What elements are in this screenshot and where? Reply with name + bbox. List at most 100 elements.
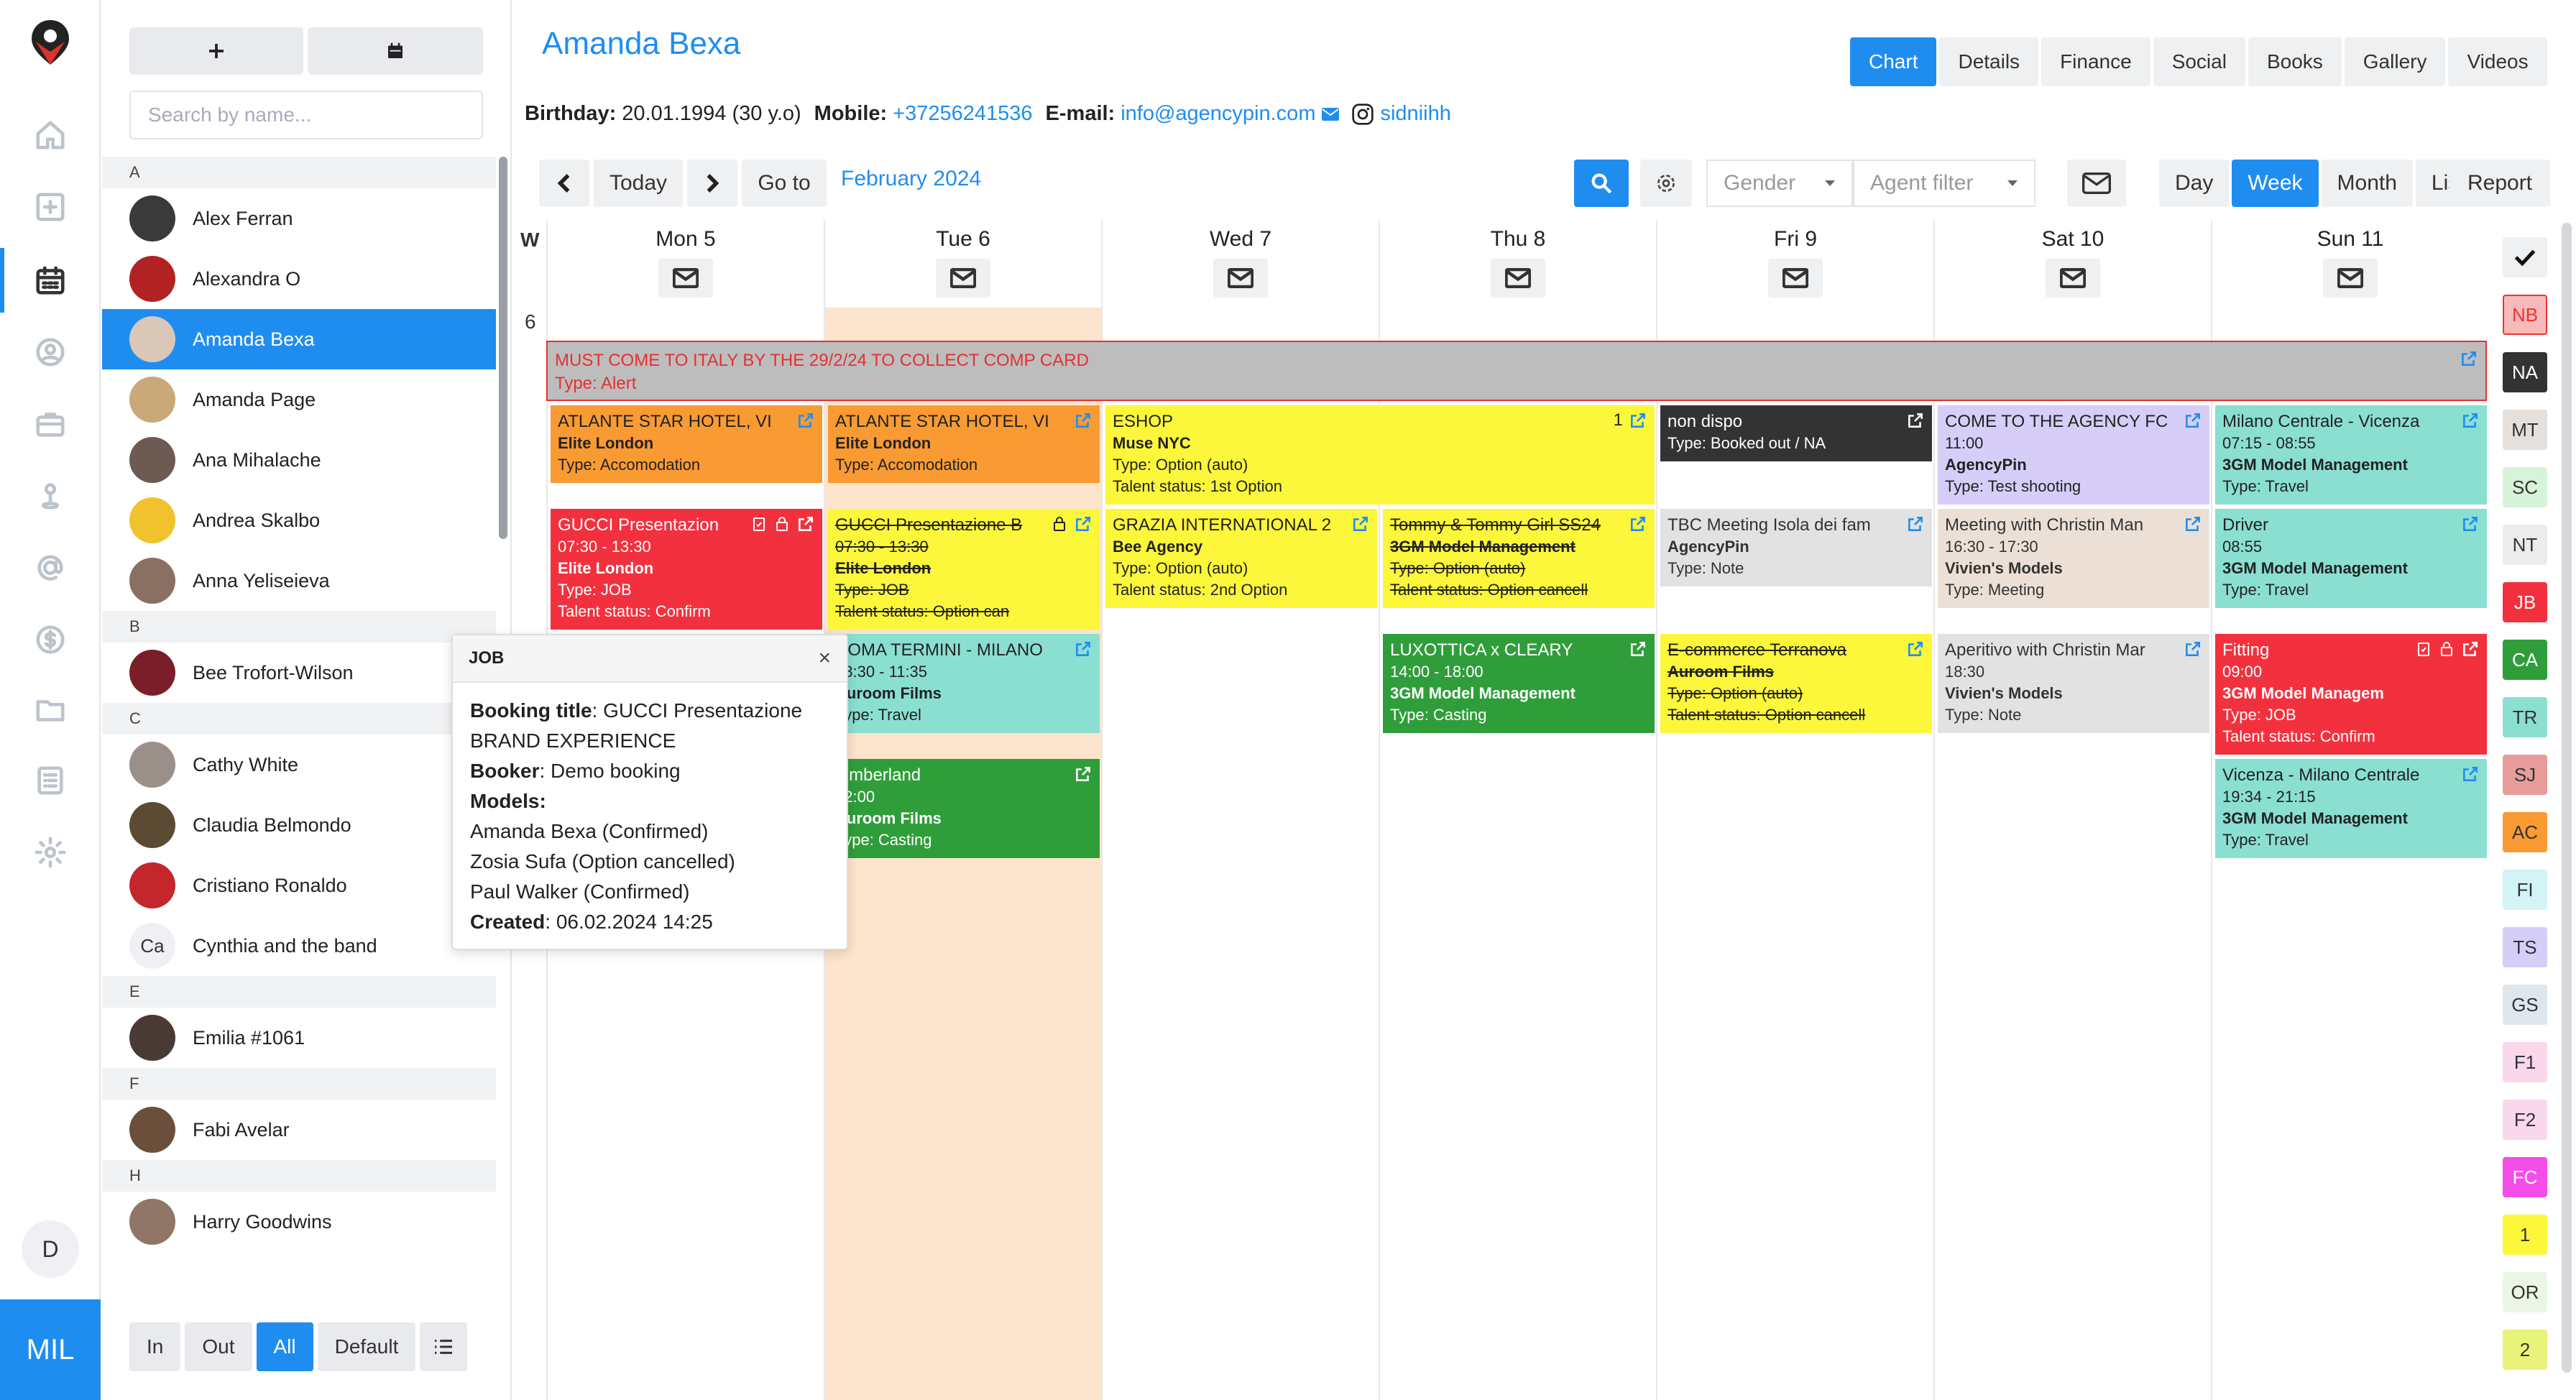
checklist-icon[interactable] [29,759,72,802]
add-square-icon[interactable] [29,185,72,229]
day-email-button[interactable] [1491,259,1545,298]
model-list-item[interactable]: Amanda Page [102,369,496,430]
day-header[interactable]: Fri 9 [1657,227,1933,252]
current-month-label[interactable]: February 2024 [841,167,981,191]
open-external-icon[interactable] [2461,411,2480,430]
day-header[interactable]: Sat 10 [1935,227,2211,252]
calendar-event[interactable]: LUXOTTICA x CLEARY 14:00 - 18:00 3GM Model… [1383,634,1655,733]
search-input[interactable] [129,91,483,139]
model-list-item[interactable]: Emilia #1061 [102,1008,496,1068]
model-list-item[interactable]: Claudia Belmondo [102,795,496,855]
label-filter-2[interactable]: 2 [2503,1330,2547,1370]
contract-icon[interactable] [750,515,768,539]
person-pin-icon[interactable] [29,474,72,517]
open-external-icon[interactable] [1074,765,1092,783]
label-filter-ca[interactable]: CA [2503,640,2547,680]
search-button[interactable] [1574,160,1629,207]
model-list-scrollbar[interactable] [499,157,507,539]
lock-icon[interactable] [773,515,791,539]
close-icon[interactable]: × [818,646,831,671]
user-avatar[interactable]: D [22,1220,79,1278]
calendar-event[interactable]: Vicenza - Milano Centrale 19:34 - 21:15 3G… [2215,759,2487,858]
briefcase-icon[interactable] [29,402,72,446]
day-header[interactable]: Wed 7 [1103,227,1379,252]
view-month-button[interactable]: Month [2321,160,2413,207]
day-email-button[interactable] [2046,259,2100,298]
open-external-icon[interactable] [2461,765,2480,783]
tab-videos[interactable]: Videos [2448,37,2547,86]
open-external-icon[interactable] [1629,515,1647,533]
label-filter-ac[interactable]: AC [2503,812,2547,852]
label-filter-fc[interactable]: FC [2503,1157,2547,1197]
filter-in-button[interactable]: In [129,1322,181,1371]
label-filter-tr[interactable]: TR [2503,697,2547,737]
dollar-icon[interactable] [29,618,72,661]
add-model-button[interactable] [129,27,303,75]
open-external-icon[interactable] [2184,515,2202,533]
gender-select[interactable]: Gender [1706,160,1853,207]
calendar-event[interactable]: Milano Centrale - Vicenza 07:15 - 08:55 3G… [2215,405,2487,505]
calendar-icon[interactable] [29,259,72,302]
label-filter-fi[interactable]: FI [2503,870,2547,910]
go-to-button[interactable]: Go to [742,160,827,207]
select-all-labels-button[interactable] [2503,237,2547,277]
label-filter-gs[interactable]: GS [2503,985,2547,1025]
lock-icon[interactable] [1051,515,1068,539]
at-sign-icon[interactable] [29,546,72,589]
calendar-event[interactable]: GRAZIA INTERNATIONAL 2 Bee Agency Type: Op… [1105,509,1377,608]
label-filter-mt[interactable]: MT [2503,410,2547,450]
calendar-scrollbar[interactable] [2562,223,2572,1373]
calendar-event[interactable]: non dispo Type: Booked out / NA [1660,405,1932,461]
open-external-icon[interactable] [2461,515,2480,533]
open-external-icon[interactable] [2461,640,2480,658]
calendar-event[interactable]: Tommy & Tommy Girl SS24 3GM Model Managem… [1383,509,1655,608]
calendar-event[interactable]: Meeting with Christin Man 16:30 - 17:30 Vi… [1938,509,2209,608]
label-filter-f2[interactable]: F2 [2503,1100,2547,1140]
label-filter-nt[interactable]: NT [2503,525,2547,565]
label-filter-1[interactable]: 1 [2503,1215,2547,1255]
filter-all-button[interactable]: All [256,1322,313,1371]
calendar-event[interactable]: TBC Meeting Isola dei fam AgencyPin Type: … [1660,509,1932,586]
calendar-event[interactable]: ESHOP Muse NYC Type: Option (auto) Talent s… [1105,405,1655,505]
calendar-event[interactable]: Fitting 09:00 3GM Model Managem Type: JOB Ta… [2215,634,2487,755]
label-filter-nb[interactable]: NB [2503,295,2547,335]
day-email-button[interactable] [1768,259,1823,298]
calendar-event[interactable]: ROMA TERMINI - MILANO 08:30 - 11:35 Auroom… [828,634,1100,733]
calendar-event[interactable]: Timberland 12:00 Auroom Films Type: Casting [828,759,1100,858]
home-icon[interactable] [29,114,72,157]
day-email-button[interactable] [2323,259,2378,298]
calendar-settings-button[interactable] [1640,160,1692,207]
alert-banner-event[interactable]: MUST COME TO ITALY BY THE 29/2/24 TO COL… [546,341,2487,401]
day-header[interactable]: Tue 6 [825,227,1101,252]
model-list-item[interactable]: Anna Yeliseieva [102,551,496,611]
filter-out-button[interactable]: Out [185,1322,252,1371]
open-external-icon[interactable] [796,515,815,533]
tab-social[interactable]: Social [2153,37,2245,86]
report-button[interactable]: Report [2450,160,2550,207]
open-external-icon[interactable] [2184,411,2202,430]
label-filter-na[interactable]: NA [2503,352,2547,392]
day-email-button[interactable] [936,259,990,298]
label-filter-ts[interactable]: TS [2503,927,2547,967]
tab-details[interactable]: Details [1939,37,2039,86]
next-week-button[interactable] [687,160,737,207]
tab-chart[interactable]: Chart [1850,37,1937,86]
today-button[interactable]: Today [594,160,683,207]
label-filter-sj[interactable]: SJ [2503,755,2547,795]
tab-books[interactable]: Books [2248,37,2342,86]
day-email-button[interactable] [1213,259,1268,298]
envelope-icon[interactable] [1321,106,1340,122]
open-external-icon[interactable] [2460,349,2478,374]
instagram-link[interactable]: sidniihh [1380,102,1450,126]
tab-gallery[interactable]: Gallery [2344,37,2446,86]
model-list-item[interactable]: Fabi Avelar [102,1100,496,1160]
calendar-event[interactable]: ATLANTE STAR HOTEL, VI Elite London Type: … [828,405,1100,483]
agency-logo-icon[interactable] [27,17,73,68]
prev-week-button[interactable] [539,160,589,207]
open-external-icon[interactable] [1629,411,1647,430]
view-day-button[interactable]: Day [2159,160,2230,207]
calendar-event[interactable]: Driver 08:55 3GM Model Management Type: Tra… [2215,509,2487,608]
view-week-button[interactable]: Week [2232,160,2319,207]
day-header[interactable]: Sun 11 [2212,227,2488,252]
label-filter-jb[interactable]: JB [2503,582,2547,622]
